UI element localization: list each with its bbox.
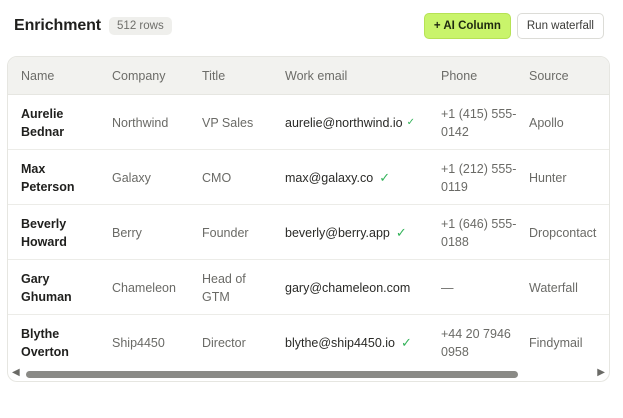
table-row[interactable]: Max Peterson Galaxy CMO max@galaxy.co ✓ …: [8, 150, 609, 205]
cell-company: Galaxy: [112, 170, 151, 185]
verified-check-icon: ✓: [379, 169, 391, 185]
scrollbar-thumb[interactable]: [26, 371, 518, 378]
cell-name: Beverly Howard: [21, 216, 67, 249]
enrichment-table: Name Company Title Work email Phone Sour…: [7, 56, 610, 382]
table-row[interactable]: Gary Ghuman Chameleon Head of GTM gary@c…: [8, 260, 609, 315]
cell-name: Max Peterson: [21, 161, 75, 194]
cell-title: CMO: [202, 170, 232, 185]
cell-company: Northwind: [112, 115, 169, 130]
table-row[interactable]: Aurelie Bednar Northwind VP Sales aureli…: [8, 95, 609, 150]
cell-company: Ship4450: [112, 335, 165, 350]
cell-phone: +1 (212) 555-0119: [441, 161, 517, 194]
cell-email: beverly@berry.app ✓: [285, 205, 407, 260]
cell-phone: +1 (415) 555-0142: [441, 106, 517, 139]
column-header-phone[interactable]: Phone: [441, 57, 477, 95]
scroll-right-arrow-icon[interactable]: ▶: [597, 367, 605, 378]
row-count-badge: 512 rows: [109, 17, 172, 35]
email-text: gary@chameleon.com: [285, 280, 411, 295]
cell-phone: +1 (646) 555-0188: [441, 216, 517, 249]
scrollbar-track[interactable]: [26, 371, 591, 378]
column-header-company[interactable]: Company: [112, 57, 166, 95]
table-row[interactable]: Blythe Overton Ship4450 Director blythe@…: [8, 315, 609, 370]
cell-email: aurelie@northwind.io ✓: [285, 95, 415, 150]
table-row[interactable]: Beverly Howard Berry Founder beverly@ber…: [8, 205, 609, 260]
table-header: Name Company Title Work email Phone Sour…: [8, 57, 609, 95]
cell-email: max@galaxy.co ✓: [285, 150, 390, 205]
page-title: Enrichment: [14, 17, 102, 34]
cell-source: Waterfall: [529, 280, 578, 295]
cell-email: blythe@ship4450.io ✓: [285, 315, 412, 370]
cell-company: Berry: [112, 225, 142, 240]
header-actions: + AI Column Run waterfall: [423, 13, 604, 39]
cell-title: Head of GTM: [202, 271, 246, 304]
add-ai-column-button[interactable]: + AI Column: [423, 13, 511, 39]
cell-phone: +44 20 7946 0958: [441, 326, 511, 359]
cell-phone: —: [441, 280, 454, 295]
verified-check-icon: ✓: [395, 224, 407, 240]
cell-source: Hunter: [529, 170, 567, 185]
column-header-title[interactable]: Title: [202, 57, 225, 95]
cell-name: Gary Ghuman: [21, 271, 72, 304]
cell-source: Apollo: [529, 115, 564, 130]
cell-title: Founder: [202, 225, 249, 240]
horizontal-scrollbar[interactable]: ◀ ▶: [7, 364, 610, 382]
email-text: max@galaxy.co: [285, 170, 374, 185]
column-header-work-email[interactable]: Work email: [285, 57, 347, 95]
verified-check-icon: ✓: [406, 116, 416, 128]
column-header-name[interactable]: Name: [21, 57, 54, 95]
enrichment-panel: Enrichment 512 rows + AI Column Run wate…: [0, 0, 623, 418]
email-text: beverly@berry.app: [285, 225, 390, 240]
header: Enrichment 512 rows + AI Column Run wate…: [14, 12, 604, 40]
cell-company: Chameleon: [112, 280, 176, 295]
scroll-left-arrow-icon[interactable]: ◀: [12, 367, 20, 378]
cell-title: VP Sales: [202, 115, 254, 130]
run-waterfall-button[interactable]: Run waterfall: [516, 13, 604, 39]
email-text: aurelie@northwind.io: [285, 115, 403, 130]
cell-source: Dropcontact: [529, 225, 597, 240]
verified-check-icon: ✓: [401, 334, 412, 350]
cell-name: Aurelie Bednar: [21, 106, 65, 139]
cell-email: gary@chameleon.com: [285, 260, 416, 315]
email-text: blythe@ship4450.io: [285, 335, 395, 350]
cell-source: Findymail: [529, 335, 583, 350]
cell-title: Director: [202, 335, 246, 350]
cell-name: Blythe Overton: [21, 326, 69, 359]
column-header-source[interactable]: Source: [529, 57, 569, 95]
